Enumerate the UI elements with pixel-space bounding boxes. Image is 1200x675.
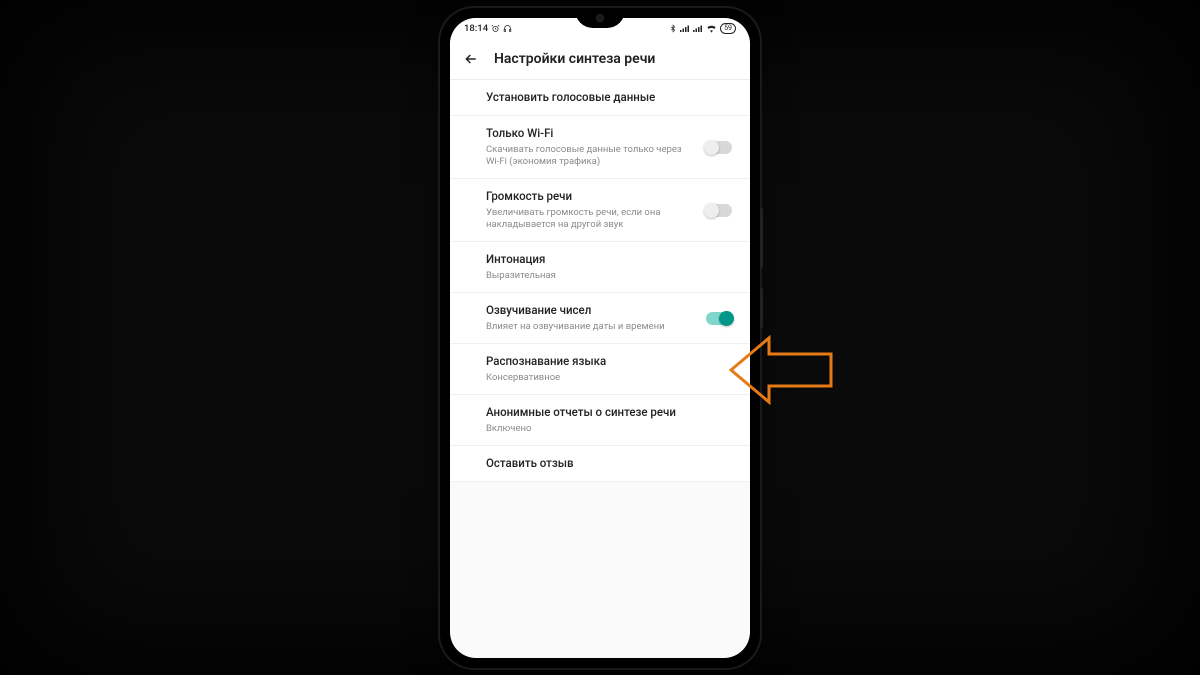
row-title: Интонация — [486, 252, 732, 268]
row-language-detection[interactable]: Распознавание языка Консервативное — [450, 344, 750, 395]
page-title: Настройки синтеза речи — [494, 51, 655, 67]
row-feedback[interactable]: Оставить отзыв — [450, 446, 750, 483]
row-wifi-only[interactable]: Только Wi-Fi Скачивать голосовые данные … — [450, 116, 750, 179]
row-subtitle: Влияет на озвучивание даты и времени — [486, 321, 696, 333]
wifi-icon — [706, 24, 717, 33]
row-subtitle: Выразительная — [486, 270, 732, 282]
row-title: Озвучивание чисел — [486, 303, 696, 319]
row-install-voice-data[interactable]: Установить голосовые данные — [450, 80, 750, 117]
row-title: Громкость речи — [486, 189, 696, 205]
headphones-icon — [503, 24, 512, 33]
status-left: 18:14 — [464, 23, 512, 34]
phone-frame: 18:14 — [440, 8, 760, 668]
row-subtitle: Увеличивать громкость речи, если она нак… — [486, 207, 696, 232]
row-subtitle: Включено — [486, 423, 732, 435]
row-title: Установить голосовые данные — [486, 90, 732, 106]
back-button[interactable] — [462, 50, 480, 68]
row-speech-volume[interactable]: Громкость речи Увеличивать громкость реч… — [450, 179, 750, 242]
app-bar: Настройки синтеза речи — [450, 40, 750, 80]
signal-icon — [680, 24, 690, 33]
battery-indicator: 59 — [720, 23, 736, 34]
row-title: Оставить отзыв — [486, 456, 732, 472]
bluetooth-icon — [669, 24, 677, 33]
row-subtitle: Скачивать голосовые данные только через … — [486, 144, 696, 169]
phone-side-button — [760, 288, 763, 328]
alarm-icon — [491, 24, 500, 33]
signal-icon — [693, 24, 703, 33]
wifi-only-toggle[interactable] — [706, 141, 732, 154]
row-title: Распознавание языка — [486, 354, 732, 370]
status-bar: 18:14 — [450, 18, 750, 40]
screen: 18:14 — [450, 18, 750, 658]
row-title: Только Wi-Fi — [486, 126, 696, 142]
number-voicing-toggle[interactable] — [706, 312, 732, 325]
row-number-voicing[interactable]: Озвучивание чисел Влияет на озвучивание … — [450, 293, 750, 344]
row-intonation[interactable]: Интонация Выразительная — [450, 242, 750, 293]
status-right: 59 — [669, 23, 736, 34]
phone-side-button — [760, 208, 763, 268]
row-title: Анонимные отчеты о синтезе речи — [486, 405, 732, 421]
row-subtitle: Консервативное — [486, 372, 732, 384]
status-time: 18:14 — [464, 23, 488, 34]
speech-volume-toggle[interactable] — [706, 204, 732, 217]
row-anon-reports[interactable]: Анонимные отчеты о синтезе речи Включено — [450, 395, 750, 446]
arrow-left-icon — [463, 51, 479, 67]
settings-list: Установить голосовые данные Только Wi-Fi… — [450, 80, 750, 483]
